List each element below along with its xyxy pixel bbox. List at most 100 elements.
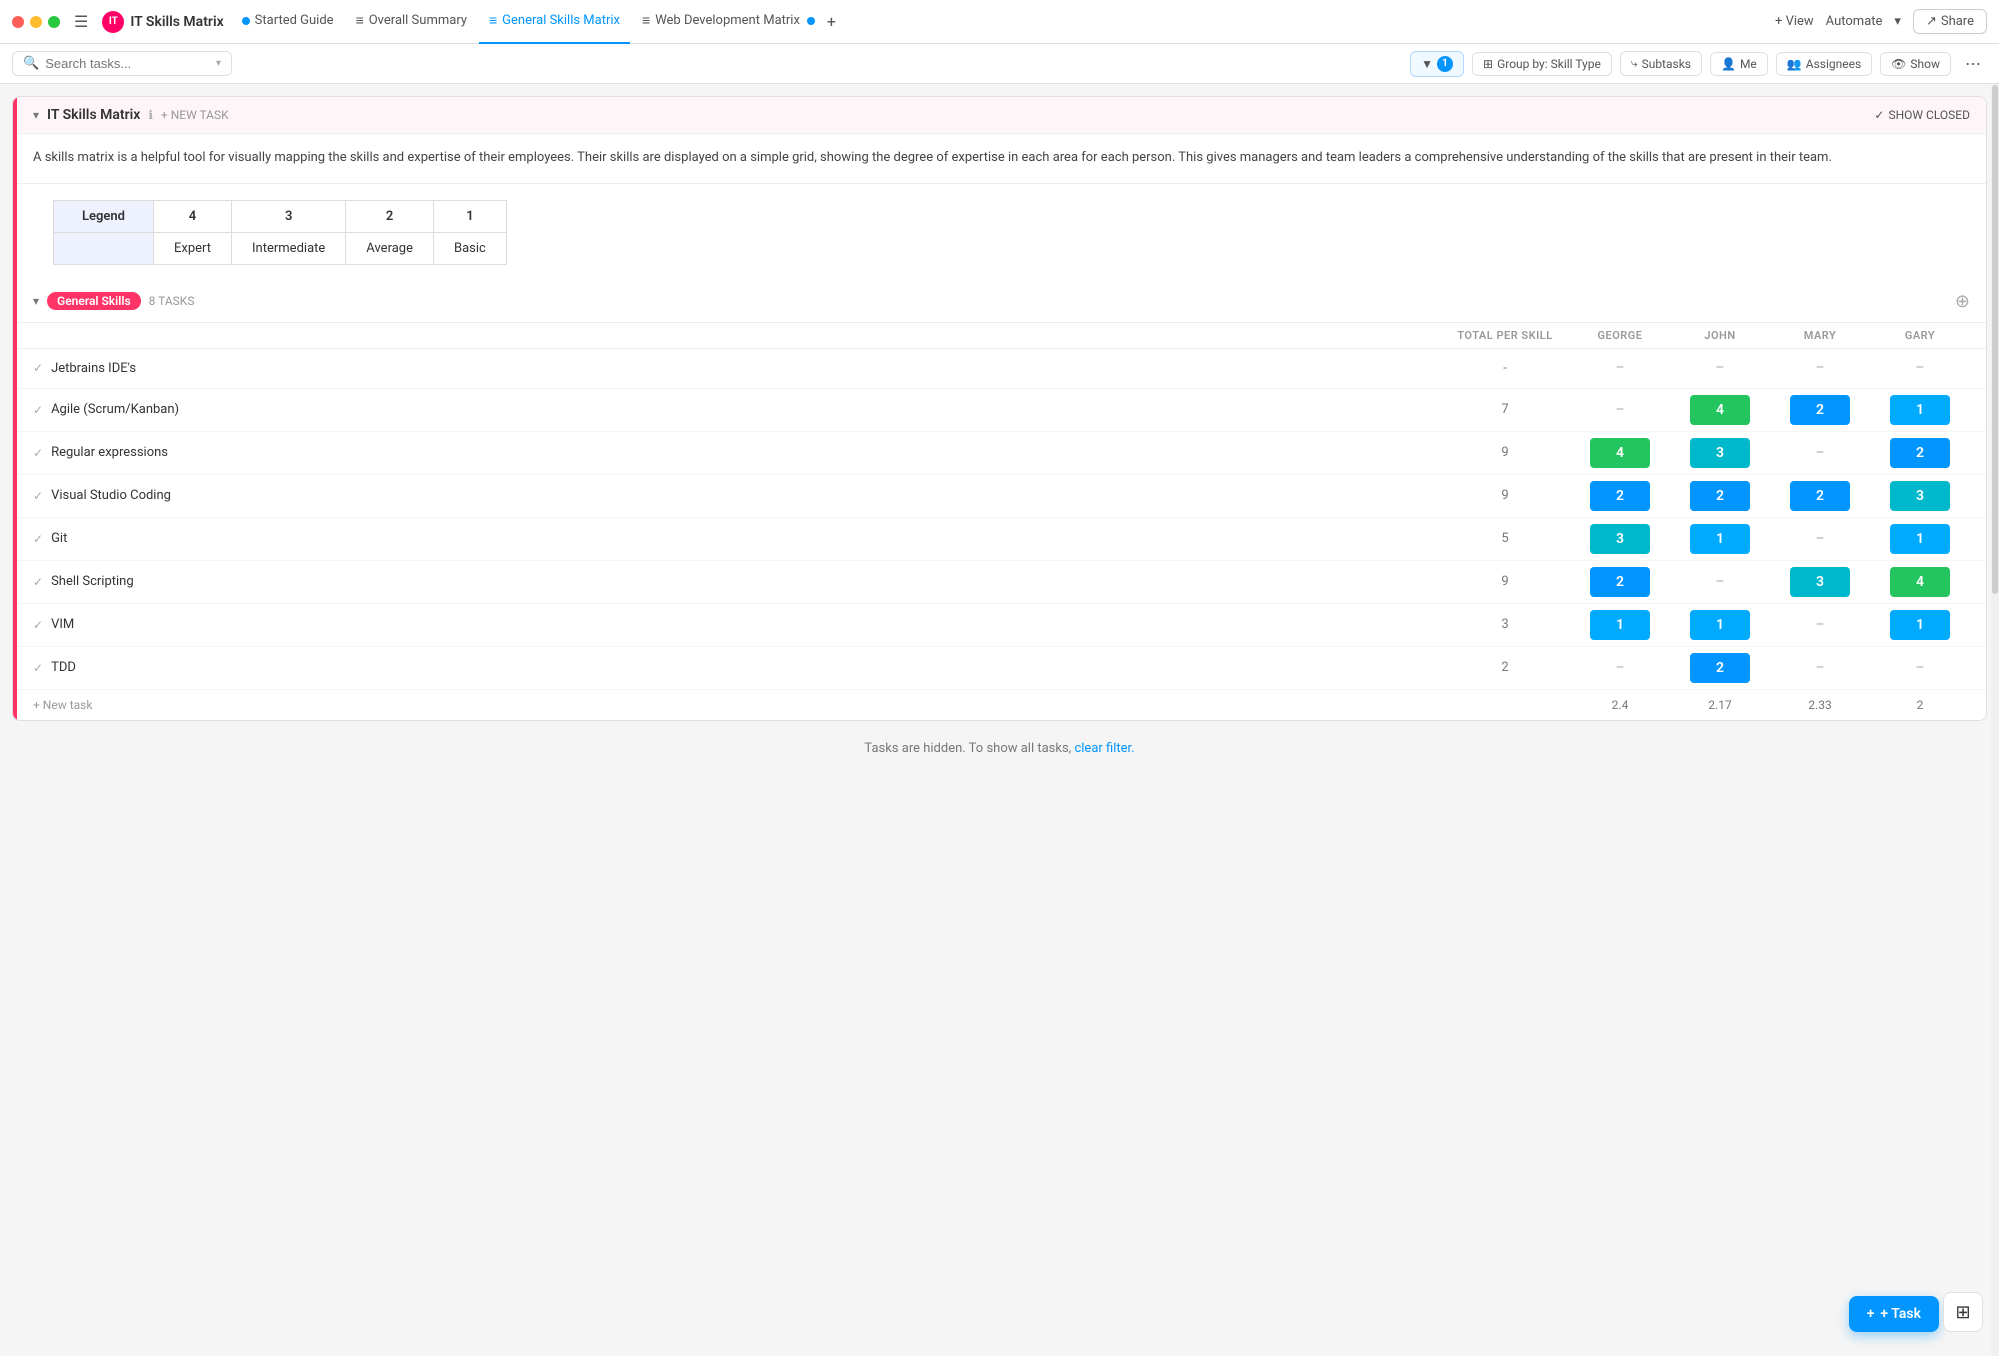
add-tab-button[interactable]: + bbox=[827, 12, 836, 31]
task-total-0: - bbox=[1440, 361, 1570, 376]
cell-gary-7[interactable]: – bbox=[1870, 660, 1970, 676]
legend-value-1: 1 bbox=[433, 200, 506, 232]
dropdown-search-icon[interactable]: ▾ bbox=[216, 58, 221, 69]
add-task-label: + Task bbox=[1880, 1306, 1921, 1322]
scrollbar[interactable] bbox=[1991, 84, 1999, 1356]
cell-mary-3[interactable]: 2 bbox=[1770, 481, 1870, 511]
more-options-button[interactable]: ⋯ bbox=[1959, 54, 1987, 73]
cell-mary-0[interactable]: – bbox=[1770, 360, 1870, 376]
cell-gary-0[interactable]: – bbox=[1870, 360, 1970, 376]
minimize-button[interactable] bbox=[30, 16, 42, 28]
subtasks-button[interactable]: ⤷ Subtasks bbox=[1620, 51, 1702, 76]
total-mary: 2.33 bbox=[1770, 698, 1870, 712]
close-button[interactable] bbox=[12, 16, 24, 28]
search-input[interactable] bbox=[45, 56, 210, 71]
tab-label-general-skills: General Skills Matrix bbox=[502, 13, 620, 28]
cell-john-0[interactable]: – bbox=[1670, 360, 1770, 376]
assignees-button[interactable]: 👥 Assignees bbox=[1776, 52, 1872, 76]
task-total-7: 2 bbox=[1440, 660, 1570, 675]
cell-gary-1[interactable]: 1 bbox=[1870, 395, 1970, 425]
skills-task-count: 8 TASKS bbox=[149, 294, 195, 308]
cell-george-0[interactable]: – bbox=[1570, 360, 1670, 376]
cell-john-6[interactable]: 1 bbox=[1670, 610, 1770, 640]
tab-icon-overall-summary: ≡ bbox=[356, 12, 364, 29]
tab-started-guide[interactable]: Started Guide bbox=[232, 0, 344, 44]
cell-john-5[interactable]: – bbox=[1670, 574, 1770, 590]
cell-john-2[interactable]: 3 bbox=[1670, 438, 1770, 468]
add-task-button[interactable]: + + Task bbox=[1849, 1296, 1939, 1332]
cell-gary-4[interactable]: 1 bbox=[1870, 524, 1970, 554]
show-button[interactable]: 👁 Show bbox=[1880, 52, 1951, 76]
task-check-5[interactable]: ✓ bbox=[33, 575, 43, 589]
cell-gary-3[interactable]: 3 bbox=[1870, 481, 1970, 511]
filter-button[interactable]: ▼ 1 bbox=[1410, 51, 1464, 77]
cell-george-1[interactable]: – bbox=[1570, 402, 1670, 418]
search-box[interactable]: 🔍 ▾ bbox=[12, 51, 232, 76]
me-button[interactable]: 👤 Me bbox=[1710, 52, 1768, 76]
cell-george-3[interactable]: 2 bbox=[1570, 481, 1670, 511]
info-icon[interactable]: ℹ bbox=[148, 108, 153, 122]
task-check-4[interactable]: ✓ bbox=[33, 532, 43, 546]
task-check-0[interactable]: ✓ bbox=[33, 361, 43, 375]
task-check-3[interactable]: ✓ bbox=[33, 489, 43, 503]
show-closed-button[interactable]: ✓ SHOW CLOSED bbox=[1874, 108, 1970, 122]
task-check-6[interactable]: ✓ bbox=[33, 618, 43, 632]
cell-george-6[interactable]: 1 bbox=[1570, 610, 1670, 640]
list-header: ▾ IT Skills Matrix ℹ + NEW TASK ✓ SHOW C… bbox=[13, 97, 1986, 134]
cell-gary-5[interactable]: 4 bbox=[1870, 567, 1970, 597]
cell-gary-6[interactable]: 1 bbox=[1870, 610, 1970, 640]
cell-mary-2[interactable]: – bbox=[1770, 445, 1870, 461]
new-task-button[interactable]: + NEW TASK bbox=[161, 108, 229, 122]
clear-filter-link[interactable]: clear filter. bbox=[1074, 741, 1134, 756]
tab-web-development-matrix[interactable]: ≡ Web Development Matrix bbox=[632, 0, 825, 44]
view-button[interactable]: + View bbox=[1775, 14, 1814, 29]
group-by-button[interactable]: ⊞ Group by: Skill Type bbox=[1472, 52, 1612, 76]
task-name-1: Agile (Scrum/Kanban) bbox=[51, 402, 1440, 417]
traffic-lights bbox=[12, 16, 60, 28]
search-icon: 🔍 bbox=[23, 56, 39, 71]
cell-gary-2[interactable]: 2 bbox=[1870, 438, 1970, 468]
new-task-plus[interactable]: + New task bbox=[33, 698, 92, 712]
skills-group-header: ▾ General Skills 8 TASKS ⊕ bbox=[13, 281, 1986, 323]
maximize-button[interactable] bbox=[48, 16, 60, 28]
cell-george-7[interactable]: – bbox=[1570, 660, 1670, 676]
add-column-button[interactable]: ⊕ bbox=[1955, 291, 1970, 312]
tab-general-skills-matrix[interactable]: ≡ General Skills Matrix bbox=[479, 0, 630, 44]
menu-icon[interactable]: ☰ bbox=[74, 12, 88, 31]
cell-john-3[interactable]: 2 bbox=[1670, 481, 1770, 511]
skills-collapse-button[interactable]: ▾ bbox=[33, 294, 39, 308]
task-name-6: VIM bbox=[51, 617, 1440, 632]
cell-mary-6[interactable]: – bbox=[1770, 617, 1870, 633]
cell-john-1[interactable]: 4 bbox=[1670, 395, 1770, 425]
total-john: 2.17 bbox=[1670, 698, 1770, 712]
total-george: 2.4 bbox=[1570, 698, 1670, 712]
cell-mary-7[interactable]: – bbox=[1770, 660, 1870, 676]
titlebar: ☰ IT IT Skills Matrix Started Guide ≡ Ov… bbox=[0, 0, 1999, 44]
cell-john-4[interactable]: 1 bbox=[1670, 524, 1770, 554]
cell-george-5[interactable]: 2 bbox=[1570, 567, 1670, 597]
share-button[interactable]: ↗ Share bbox=[1913, 9, 1987, 34]
task-check-2[interactable]: ✓ bbox=[33, 446, 43, 460]
cell-john-7[interactable]: 2 bbox=[1670, 653, 1770, 683]
automate-button[interactable]: Automate bbox=[1826, 14, 1883, 29]
main-content: ▾ IT Skills Matrix ℹ + NEW TASK ✓ SHOW C… bbox=[0, 84, 1999, 1356]
collapse-button[interactable]: ▾ bbox=[33, 108, 39, 122]
cell-george-4[interactable]: 3 bbox=[1570, 524, 1670, 554]
cell-mary-5[interactable]: 3 bbox=[1770, 567, 1870, 597]
task-check-7[interactable]: ✓ bbox=[33, 661, 43, 675]
legend-intermediate: Intermediate bbox=[232, 232, 346, 264]
task-total-1: 7 bbox=[1440, 402, 1570, 417]
cell-mary-4[interactable]: – bbox=[1770, 531, 1870, 547]
filter-icon: ▼ bbox=[1421, 57, 1433, 71]
task-name-7: TDD bbox=[51, 660, 1440, 675]
scrollbar-thumb[interactable] bbox=[1992, 85, 1998, 594]
apps-icon: ⊞ bbox=[1955, 1302, 1970, 1323]
dropdown-icon[interactable]: ▾ bbox=[1894, 14, 1901, 29]
tab-overall-summary[interactable]: ≡ Overall Summary bbox=[346, 0, 477, 44]
cell-mary-1[interactable]: 2 bbox=[1770, 395, 1870, 425]
task-list-container: ▾ IT Skills Matrix ℹ + NEW TASK ✓ SHOW C… bbox=[12, 96, 1987, 721]
apps-button[interactable]: ⊞ bbox=[1943, 1292, 1983, 1332]
cell-george-2[interactable]: 4 bbox=[1570, 438, 1670, 468]
table-row: ✓ Agile (Scrum/Kanban) 7 –421 bbox=[13, 389, 1986, 432]
task-check-1[interactable]: ✓ bbox=[33, 403, 43, 417]
